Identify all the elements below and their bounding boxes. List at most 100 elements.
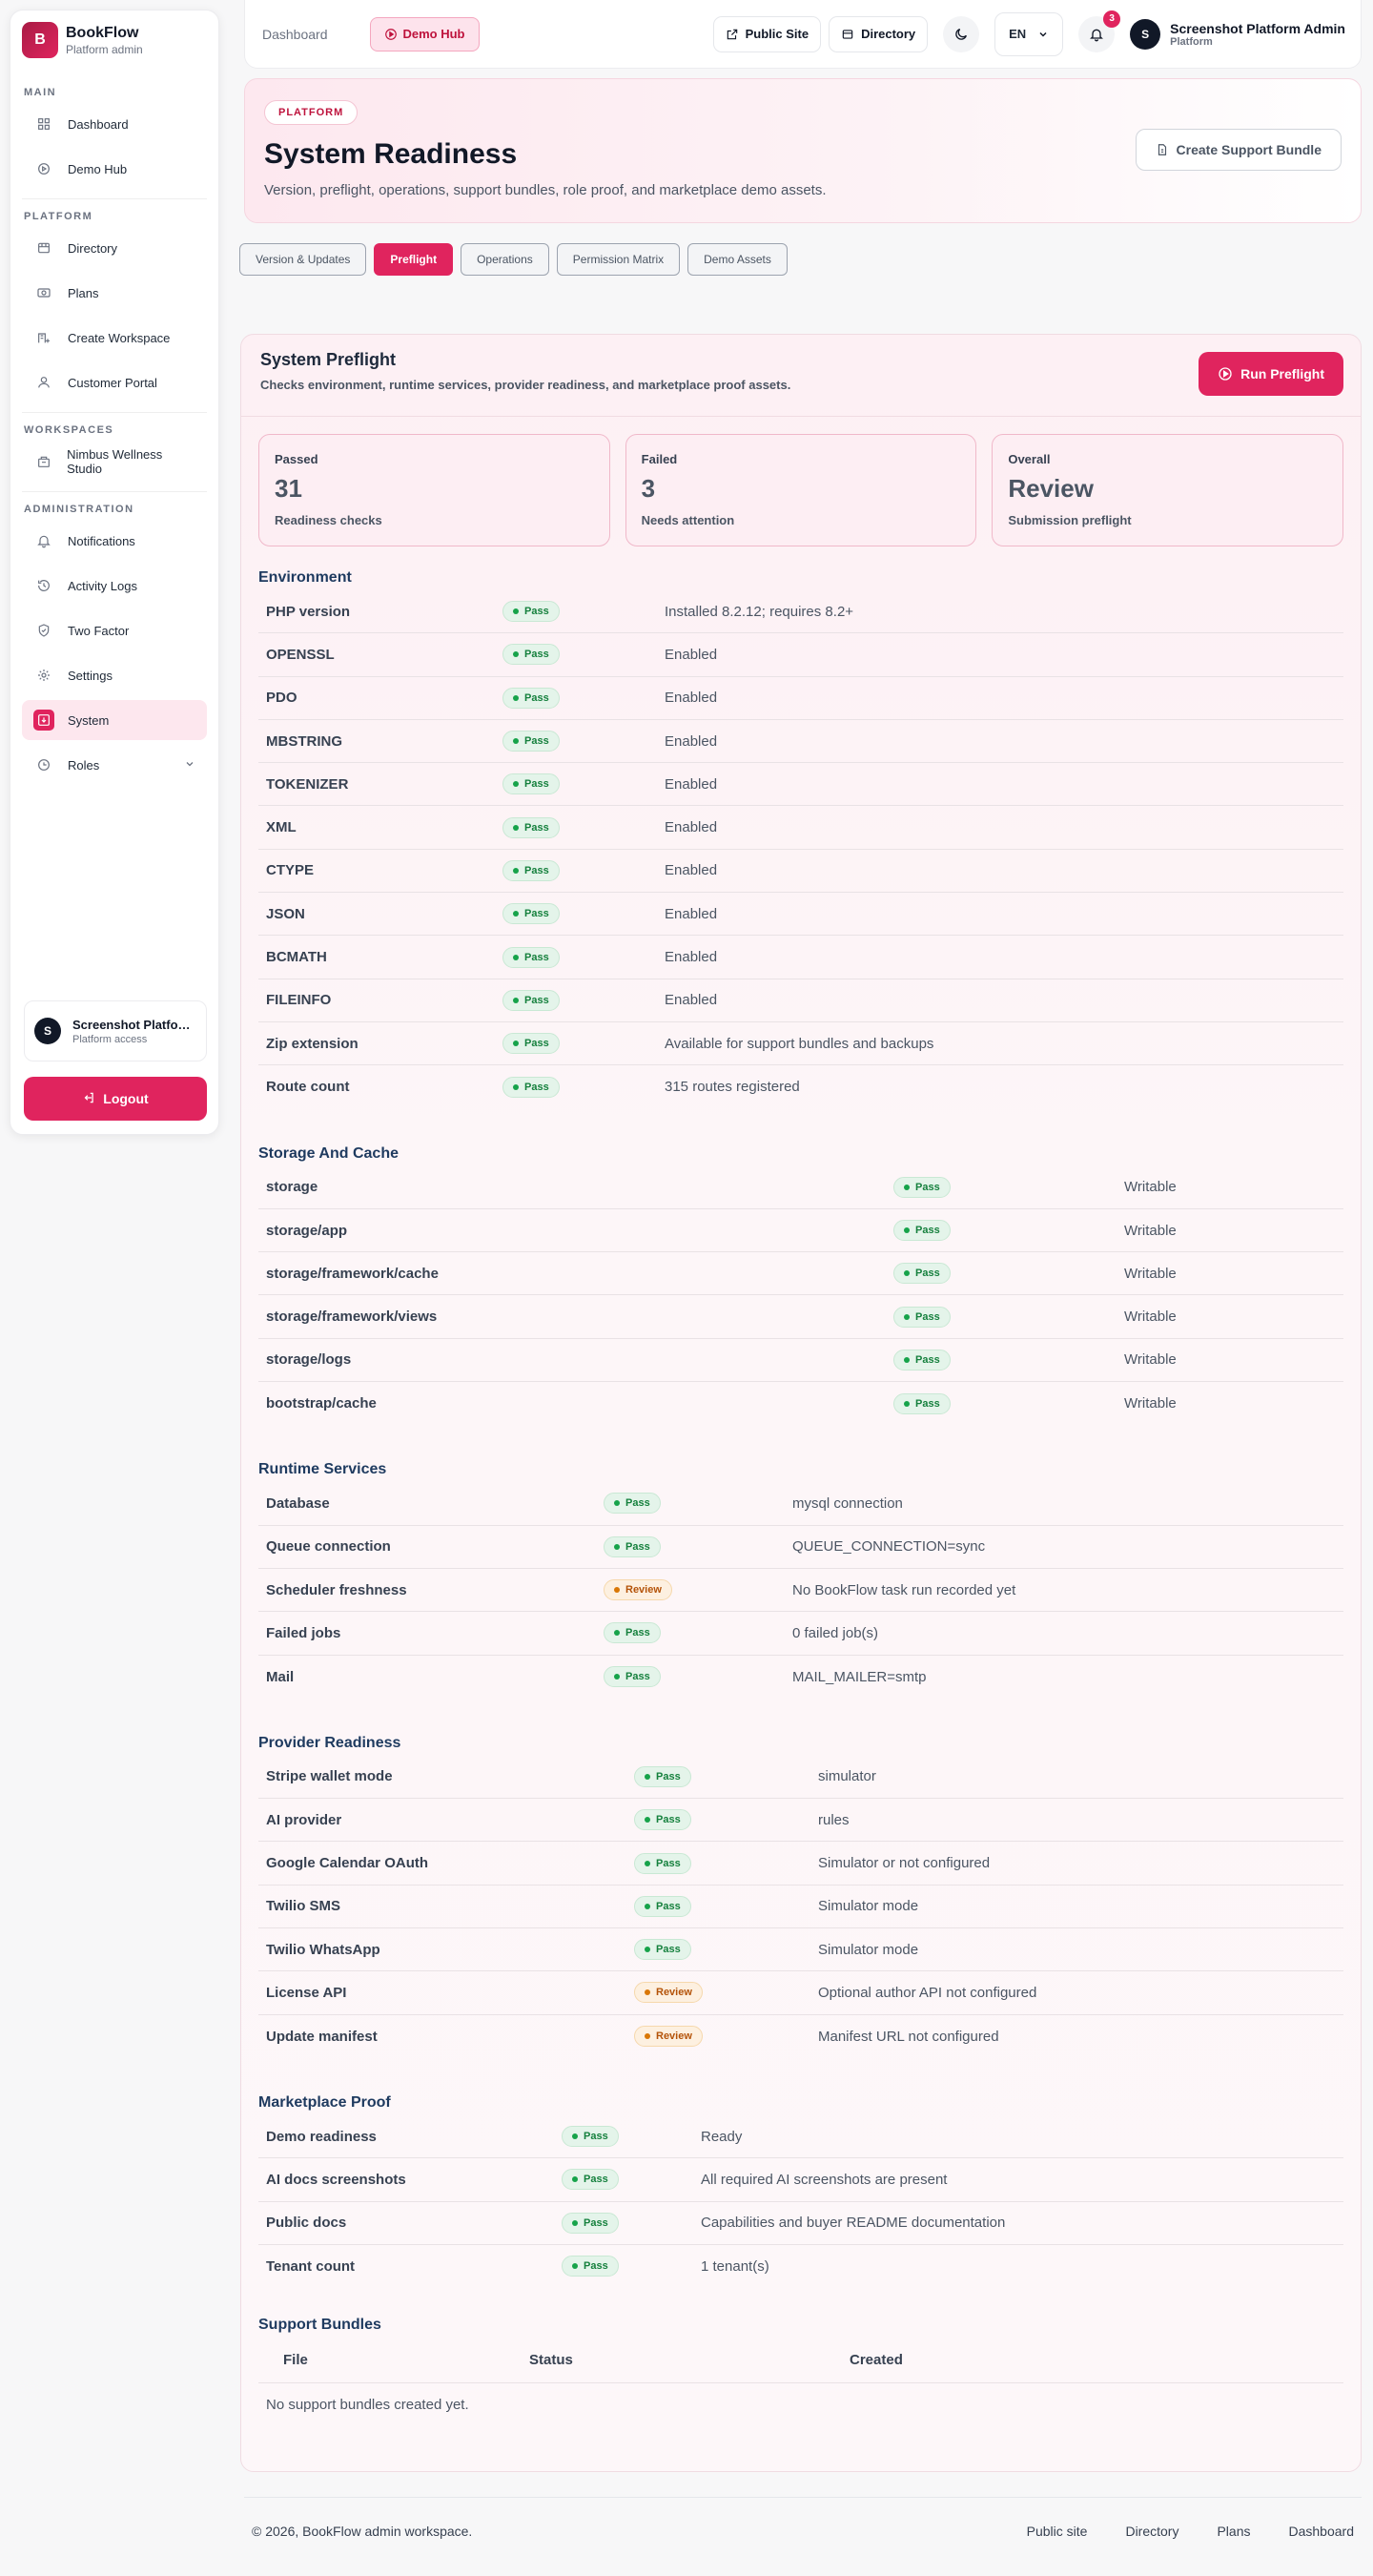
status-label: Review <box>656 2030 692 2043</box>
sidebar-item-label: Nimbus Wellness Studio <box>67 447 163 476</box>
check-detail: 315 routes registered <box>665 1079 800 1096</box>
tab-operations[interactable]: Operations <box>461 243 549 276</box>
tab-preflight[interactable]: Preflight <box>374 243 454 276</box>
status-dot <box>645 1773 650 1780</box>
column-header-status: Status <box>529 2352 573 2369</box>
sidebar-item-customer-portal[interactable]: Customer Portal <box>22 362 207 402</box>
status-dot <box>904 1270 910 1277</box>
sidebar-item-dashboard[interactable]: Dashboard <box>22 104 207 144</box>
play-circle-icon <box>1218 366 1233 381</box>
status-dot <box>904 1400 910 1407</box>
status-dot <box>645 1903 650 1909</box>
footer-link-dashboard[interactable]: Dashboard <box>1289 2524 1355 2539</box>
status-badge: Pass <box>893 1176 951 1198</box>
sidebar-item-demo-hub[interactable]: Demo Hub <box>22 149 207 189</box>
footer-link-plans[interactable]: Plans <box>1217 2524 1250 2539</box>
check-detail: Writable <box>1124 1222 1177 1239</box>
directory-label: Directory <box>861 27 916 41</box>
check-row: storage/app Pass Writable <box>258 1209 1343 1253</box>
check-name: Google Calendar OAuth <box>266 1855 429 1872</box>
sidebar-item-system[interactable]: System <box>22 700 207 740</box>
check-detail: Enabled <box>665 690 718 707</box>
status-badge: Pass <box>562 2126 619 2148</box>
system-icon <box>33 710 54 731</box>
breadcrumb[interactable]: Dashboard <box>262 27 328 42</box>
status-badge: Pass <box>502 946 560 968</box>
footer-link-directory[interactable]: Directory <box>1125 2524 1178 2539</box>
theme-toggle-button[interactable] <box>943 15 980 52</box>
check-name: storage/framework/cache <box>266 1265 439 1282</box>
stat-card-overall: Overall Review Submission preflight <box>992 434 1344 546</box>
check-row: CTYPE Pass Enabled <box>258 850 1343 894</box>
brand[interactable]: B BookFlow Platform admin <box>10 10 218 70</box>
check-name: storage/logs <box>266 1351 352 1369</box>
logout-button[interactable]: Logout <box>24 1077 207 1121</box>
notifications-button[interactable]: 3 <box>1078 10 1121 52</box>
shield-check-icon <box>33 620 54 641</box>
sidebar-item-notifications[interactable]: Notifications <box>22 521 207 561</box>
status-dot <box>513 824 519 831</box>
sidebar-divider <box>22 198 207 199</box>
sidebar-user-card[interactable]: S Screenshot Platform Admin Platform acc… <box>24 1000 207 1061</box>
status-badge: Pass <box>893 1392 951 1414</box>
sidebar-divider <box>22 412 207 413</box>
plus-building-icon <box>33 327 54 348</box>
language-select[interactable]: EN <box>994 11 1064 56</box>
status-badge: Pass <box>634 1765 691 1787</box>
demo-hub-button[interactable]: Demo Hub <box>369 16 480 52</box>
sidebar-item-two-factor[interactable]: Two Factor <box>22 610 207 650</box>
check-name: storage/app <box>266 1222 348 1239</box>
sidebar-divider <box>22 491 207 492</box>
check-name: XML <box>266 819 297 836</box>
public-site-button[interactable]: Public Site <box>712 15 822 52</box>
tab-version-updates[interactable]: Version & Updates <box>239 243 367 276</box>
check-row: PDO Pass Enabled <box>258 677 1343 720</box>
create-support-bundle-button[interactable]: Create Support Bundle <box>1135 129 1342 171</box>
logout-icon <box>82 1091 95 1107</box>
status-label: Pass <box>524 1038 549 1050</box>
check-detail: Enabled <box>665 992 718 1009</box>
status-label: Pass <box>915 1310 940 1323</box>
directory-button[interactable]: Directory <box>829 15 929 52</box>
file-icon <box>1156 143 1169 156</box>
check-name: Public docs <box>266 2215 347 2232</box>
check-name: Mail <box>266 1668 295 1685</box>
sidebar-item-nimbus-wellness-studio[interactable]: Nimbus Wellness Studio <box>22 442 207 482</box>
check-row: Failed jobs Pass 0 failed job(s) <box>258 1612 1343 1656</box>
section-title-provider-readiness: Provider Readiness <box>258 1734 401 1751</box>
status-label: Pass <box>584 2216 608 2229</box>
sidebar-item-directory[interactable]: Directory <box>22 228 207 268</box>
sidebar-item-roles[interactable]: Roles <box>22 745 207 785</box>
tab-permission-matrix[interactable]: Permission Matrix <box>556 243 681 276</box>
check-row: Public docs Pass Capabilities and buyer RE… <box>258 2202 1343 2245</box>
status-dot <box>904 1356 910 1363</box>
status-dot <box>904 1313 910 1320</box>
check-name: Failed jobs <box>266 1624 341 1641</box>
sidebar-item-label: Create Workspace <box>68 330 171 345</box>
sidebar-item-settings[interactable]: Settings <box>22 655 207 695</box>
check-row: XML Pass Enabled <box>258 806 1343 850</box>
sidebar-item-plans[interactable]: Plans <box>22 273 207 313</box>
status-dot <box>614 1630 620 1637</box>
status-badge: Pass <box>604 1493 661 1515</box>
footer-link-public-site[interactable]: Public site <box>1027 2524 1088 2539</box>
run-preflight-button[interactable]: Run Preflight <box>1199 352 1343 396</box>
logout-label: Logout <box>103 1091 149 1106</box>
check-name: PDO <box>266 690 297 707</box>
status-label: Pass <box>524 821 549 834</box>
language-value: EN <box>1009 27 1027 41</box>
sidebar-item-label: Notifications <box>68 533 135 548</box>
support-bundles-empty: No support bundles created yet. <box>266 2396 469 2413</box>
status-badge: Pass <box>562 2212 619 2234</box>
user-menu[interactable]: S Screenshot Platform Admin Platform <box>1130 18 1345 50</box>
tab-demo-assets[interactable]: Demo Assets <box>687 243 788 276</box>
status-dot <box>645 1817 650 1824</box>
history-icon <box>33 575 54 596</box>
status-dot <box>614 1587 620 1594</box>
preflight-subtitle: Checks environment, runtime services, pr… <box>260 378 791 392</box>
status-badge: Pass <box>634 1809 691 1831</box>
status-label: Pass <box>524 864 549 876</box>
sidebar-item-create-workspace[interactable]: Create Workspace <box>22 318 207 358</box>
sidebar-item-activity-logs[interactable]: Activity Logs <box>22 566 207 606</box>
section-title-storage-and-cache: Storage And Cache <box>258 1144 399 1162</box>
